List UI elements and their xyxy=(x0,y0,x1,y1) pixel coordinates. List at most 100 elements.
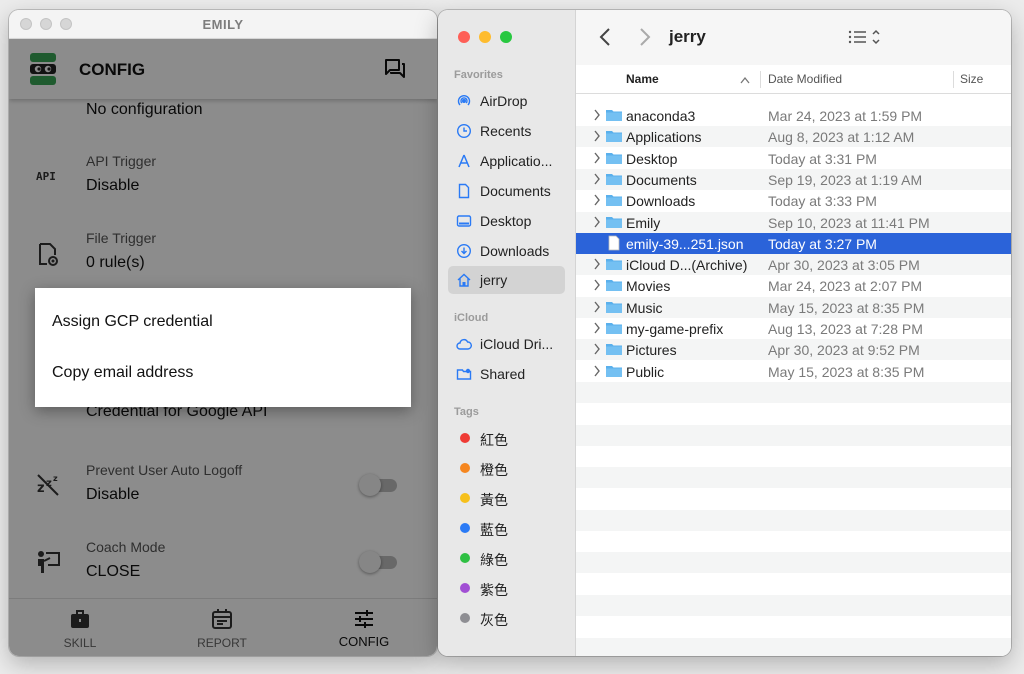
sidebar-tag-orange[interactable]: 橙色 xyxy=(448,454,565,482)
sidebar-tag-green[interactable]: 綠色 xyxy=(448,544,565,572)
sidebar-item-shared[interactable]: Shared xyxy=(448,360,565,388)
file-list: anaconda3 Mar 24, 2023 at 1:59 PM Applicat… xyxy=(576,100,1011,656)
folder-icon xyxy=(606,365,622,377)
folder-row[interactable]: iCloud D...(Archive) Apr 30, 2023 at 3:05… xyxy=(576,254,1011,276)
folder-row[interactable]: my-game-prefix Aug 13, 2023 at 7:28 PM xyxy=(576,318,1011,339)
column-name-header[interactable]: Name xyxy=(626,72,659,86)
file-name: Pictures xyxy=(626,342,677,359)
folder-row[interactable]: Emily Sep 10, 2023 at 11:41 PM xyxy=(576,211,1011,233)
sidebar-item-applications[interactable]: Applicatio... xyxy=(448,147,565,175)
folder-icon xyxy=(606,280,622,292)
tag-color-dot xyxy=(460,583,470,593)
view-options-icon[interactable] xyxy=(847,25,887,49)
folder-row[interactable]: anaconda3 Mar 24, 2023 at 1:59 PM xyxy=(576,105,1011,126)
emily-window: EMILY CONFIG No configuration API API Tr… xyxy=(9,10,437,656)
sidebar-tag-red[interactable]: 紅色 xyxy=(448,424,565,452)
folder-row[interactable]: Downloads Today at 3:33 PM xyxy=(576,190,1011,211)
file-name: Music xyxy=(626,299,663,316)
file-date-modified: Apr 30, 2023 at 3:05 PM xyxy=(768,257,920,274)
file-name: Emily xyxy=(626,214,661,231)
sidebar-tag-yellow[interactable]: 黃色 xyxy=(448,484,565,512)
file-name: Public xyxy=(626,363,665,380)
disclosure-chevron-icon[interactable] xyxy=(593,109,601,121)
json-file-icon xyxy=(608,235,620,251)
file-date-modified: Mar 24, 2023 at 1:59 PM xyxy=(768,108,923,124)
file-row[interactable]: emily-39...251.json Today at 3:27 PM xyxy=(576,232,1011,254)
file-name: Desktop xyxy=(626,150,678,167)
folder-row[interactable]: Documents Sep 19, 2023 at 1:19 AM xyxy=(576,168,1011,190)
empty-row xyxy=(576,616,1011,637)
folder-icon xyxy=(606,344,622,356)
empty-row xyxy=(576,381,1011,403)
folder-row[interactable]: Movies Mar 24, 2023 at 2:07 PM xyxy=(576,275,1011,296)
tags-header: Tags xyxy=(454,406,479,418)
disclosure-chevron-icon[interactable] xyxy=(593,258,601,270)
file-name: Documents xyxy=(626,171,697,188)
disclosure-chevron-icon[interactable] xyxy=(593,301,601,313)
sidebar-item-label: 紅色 xyxy=(480,432,508,448)
folder-icon xyxy=(606,259,622,271)
sidebar-item-jerry[interactable]: jerry xyxy=(448,266,565,294)
file-date-modified: Today at 3:31 PM xyxy=(768,150,877,167)
finder-sidebar: Favorites AirDrop Recents Applicatio... xyxy=(438,10,576,656)
copy-email-menu-item[interactable]: Copy email address xyxy=(35,347,411,398)
disclosure-chevron-icon[interactable] xyxy=(593,152,601,164)
favorites-header: Favorites xyxy=(454,69,503,81)
folder-icon xyxy=(606,323,622,334)
empty-row xyxy=(576,403,1011,424)
folder-row[interactable]: Public May 15, 2023 at 8:35 PM xyxy=(576,361,1011,382)
file-date-modified: Aug 13, 2023 at 7:28 PM xyxy=(768,321,923,337)
sidebar-item-recents[interactable]: Recents xyxy=(448,117,565,145)
folder-row[interactable]: Pictures Apr 30, 2023 at 9:52 PM xyxy=(576,339,1011,361)
sidebar-item-airdrop[interactable]: AirDrop xyxy=(448,87,565,115)
disclosure-chevron-icon[interactable] xyxy=(593,365,601,377)
sidebar-item-desktop[interactable]: Desktop xyxy=(448,207,565,235)
minimize-window-button[interactable] xyxy=(479,31,491,43)
back-icon[interactable] xyxy=(594,25,618,49)
finder-toolbar: jerry xyxy=(576,10,1011,65)
tag-color-dot xyxy=(460,463,470,473)
file-name: anaconda3 xyxy=(626,108,696,124)
folder-row[interactable]: Music May 15, 2023 at 8:35 PM xyxy=(576,296,1011,318)
emily-titlebar: EMILY xyxy=(9,10,437,39)
close-window-button[interactable] xyxy=(458,31,470,43)
file-name: iCloud D...(Archive) xyxy=(626,257,748,274)
zoom-window-button[interactable] xyxy=(500,31,512,43)
cloud-icon xyxy=(456,338,472,350)
desktop-icon xyxy=(456,215,472,227)
disclosure-chevron-icon[interactable] xyxy=(593,130,601,142)
sidebar-item-label: 黃色 xyxy=(480,492,508,508)
folder-row[interactable]: Applications Aug 8, 2023 at 1:12 AM xyxy=(576,126,1011,148)
disclosure-chevron-icon[interactable] xyxy=(593,279,601,291)
sidebar-item-label: Applicatio... xyxy=(480,153,553,169)
sidebar-tag-purple[interactable]: 紫色 xyxy=(448,574,565,602)
forward-icon[interactable] xyxy=(632,25,656,49)
empty-row xyxy=(576,488,1011,509)
sidebar-item-label: jerry xyxy=(480,272,508,288)
empty-row xyxy=(576,552,1011,574)
applications-icon xyxy=(458,154,470,168)
file-date-modified: May 15, 2023 at 8:35 PM xyxy=(768,299,925,316)
empty-row xyxy=(576,467,1011,489)
file-date-modified: Mar 24, 2023 at 2:07 PM xyxy=(768,278,923,295)
sidebar-item-label: 綠色 xyxy=(480,552,508,568)
shared-folder-icon xyxy=(456,368,472,380)
disclosure-chevron-icon[interactable] xyxy=(593,216,601,228)
sidebar-tag-gray[interactable]: 灰色 xyxy=(448,604,565,632)
sidebar-item-label: iCloud Dri... xyxy=(480,336,554,352)
sidebar-item-downloads[interactable]: Downloads xyxy=(448,237,565,265)
folder-row[interactable]: Desktop Today at 3:31 PM xyxy=(576,148,1011,169)
assign-gcp-credential-menu-item[interactable]: Assign GCP credential xyxy=(35,296,411,347)
column-size-header[interactable]: Size xyxy=(960,72,983,86)
disclosure-chevron-icon[interactable] xyxy=(593,173,601,185)
credential-context-menu: Assign GCP credential Copy email address xyxy=(35,288,411,407)
disclosure-chevron-icon[interactable] xyxy=(593,322,601,334)
file-name: emily-39...251.json xyxy=(626,235,744,252)
tag-color-dot xyxy=(460,553,470,563)
sidebar-item-documents[interactable]: Documents xyxy=(448,177,565,205)
disclosure-chevron-icon[interactable] xyxy=(593,194,601,206)
column-date-header[interactable]: Date Modified xyxy=(768,72,842,86)
sidebar-item-icloud-drive[interactable]: iCloud Dri... xyxy=(448,330,565,358)
disclosure-chevron-icon[interactable] xyxy=(593,343,601,355)
sidebar-tag-blue[interactable]: 藍色 xyxy=(448,514,565,542)
